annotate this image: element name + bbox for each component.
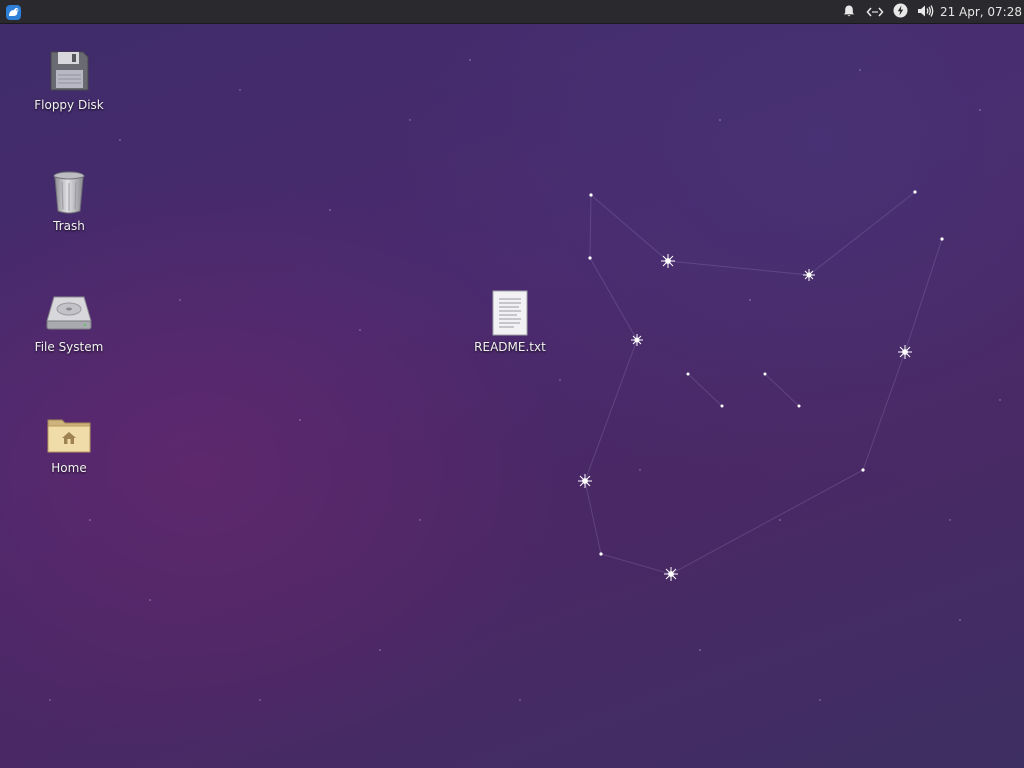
clock[interactable]: 21 Apr, 07:28 (940, 0, 1022, 24)
xfce-mouse-logo-icon (5, 4, 21, 20)
notifications-tray-button[interactable] (840, 0, 858, 24)
wallpaper-constellation (49, 59, 1001, 701)
desktop-icon-home[interactable]: Home (19, 410, 119, 475)
network-tray-button[interactable] (864, 0, 886, 24)
floppy-disk-icon (45, 47, 93, 95)
desktop-icon-label: Trash (53, 219, 85, 233)
network-disconnected-icon (866, 3, 884, 22)
applications-menu-button[interactable] (3, 2, 23, 22)
desktop-icon-label: Home (51, 461, 87, 475)
desktop[interactable]: 21 Apr, 07:28 Floppy Disk Trash File Sys… (0, 0, 1024, 768)
desktop-icon-label: Floppy Disk (34, 98, 104, 112)
text-file-icon (486, 289, 534, 337)
speaker-icon (917, 3, 934, 22)
top-panel: 21 Apr, 07:28 (0, 0, 1024, 24)
desktop-icon-label: README.txt (474, 340, 546, 354)
desktop-icon-floppy-disk[interactable]: Floppy Disk (19, 47, 119, 112)
desktop-icon-trash[interactable]: Trash (19, 168, 119, 233)
home-folder-icon (45, 410, 93, 458)
power-bolt-icon (893, 3, 908, 22)
desktop-icon-label: File System (34, 340, 104, 354)
hard-drive-icon (45, 289, 93, 337)
power-tray-button[interactable] (891, 0, 909, 24)
bell-icon (842, 3, 856, 22)
trash-icon (45, 168, 93, 216)
desktop-icon-readme[interactable]: README.txt (460, 289, 560, 354)
desktop-icon-file-system[interactable]: File System (19, 289, 119, 354)
volume-tray-button[interactable] (915, 0, 935, 24)
